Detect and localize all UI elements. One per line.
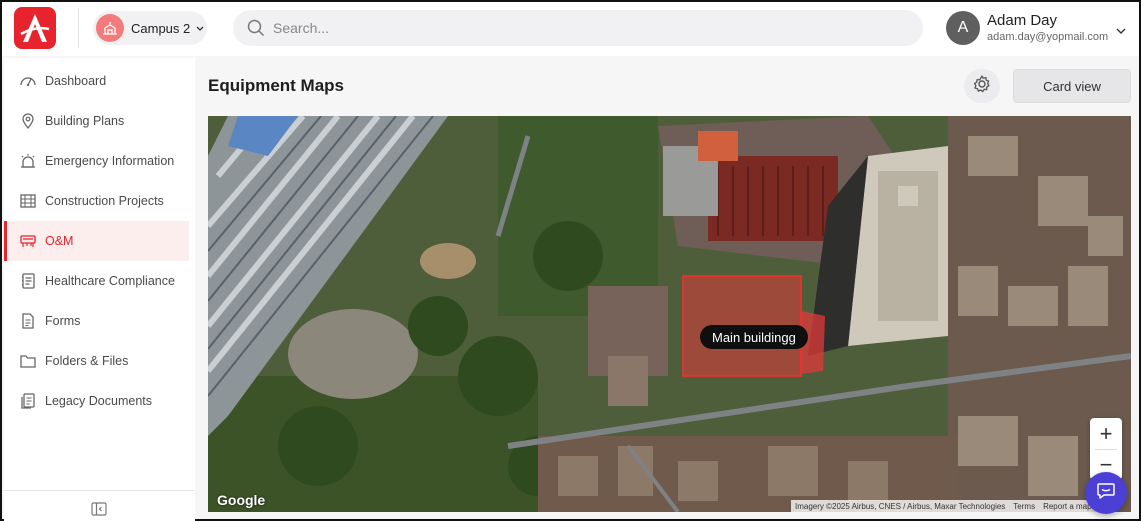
top-divider — [78, 8, 79, 48]
search-icon — [247, 19, 265, 37]
zoom-divider — [1095, 449, 1117, 450]
chat-button[interactable] — [1085, 472, 1127, 514]
sidebar-item-healthcare-compliance[interactable]: Healthcare Compliance — [4, 261, 189, 301]
sidebar-item-forms[interactable]: Forms — [4, 301, 189, 341]
user-menu[interactable]: A Adam Day adam.day@yopmail.com — [946, 10, 1136, 48]
imagery-credit: Imagery ©2025 Airbus, CNES / Airbus, Max… — [795, 501, 1006, 511]
sidebar-item-building-plans[interactable]: Building Plans — [4, 101, 189, 141]
sidebar-item-label: Healthcare Compliance — [45, 274, 175, 288]
google-logo: Google — [217, 492, 266, 508]
construction-icon — [19, 192, 37, 210]
top-bar: Campus 2 A Adam Day adam.day@yopmail.com — [2, 2, 1139, 56]
sidebar-footer — [4, 490, 195, 521]
gear-icon — [972, 74, 992, 99]
sidebar-item-label: Legacy Documents — [45, 394, 153, 408]
sidebar-item-dashboard[interactable]: Dashboard — [4, 61, 189, 101]
card-view-button[interactable]: Card view — [1013, 69, 1131, 103]
chat-icon — [1095, 480, 1117, 507]
folder-icon — [19, 352, 37, 370]
settings-button[interactable] — [964, 69, 1000, 103]
campus-selector[interactable]: Campus 2 — [93, 11, 207, 45]
user-name: Adam Day — [987, 12, 1058, 29]
search-input[interactable] — [273, 20, 873, 36]
terms-link[interactable]: Terms — [1009, 502, 1039, 511]
search-bar — [233, 10, 923, 46]
map-pin-icon — [19, 112, 37, 130]
chevron-down-icon — [1116, 22, 1126, 40]
sidebar: Dashboard Building Plans Emergency Infor… — [4, 58, 195, 521]
map-attribution: Imagery ©2025 Airbus, CNES / Airbus, Max… — [791, 500, 1115, 512]
zoom-in-button[interactable]: + — [1090, 418, 1122, 449]
zoom-control: + − — [1090, 418, 1122, 480]
compliance-icon — [19, 272, 37, 290]
map-imagery — [208, 116, 1131, 512]
form-icon — [19, 312, 37, 330]
user-email: adam.day@yopmail.com — [987, 31, 1109, 43]
asset-logo-icon[interactable] — [14, 7, 56, 49]
sidebar-item-label: O&M — [45, 234, 74, 248]
collapse-sidebar-icon[interactable] — [91, 502, 107, 521]
om-icon — [19, 232, 37, 250]
sidebar-item-legacy-documents[interactable]: Legacy Documents — [4, 381, 189, 421]
sidebar-item-folders-files[interactable]: Folders & Files — [4, 341, 189, 381]
building-marker-label[interactable]: Main buildingg — [700, 325, 808, 349]
documents-icon — [19, 392, 37, 410]
sidebar-item-label: Dashboard — [45, 74, 107, 88]
satellite-map[interactable]: Main buildingg Google Imagery ©2025 Airb… — [208, 116, 1131, 512]
campus-label: Campus 2 — [131, 20, 191, 36]
app-window: Campus 2 A Adam Day adam.day@yopmail.com — [0, 0, 1141, 521]
chevron-down-icon — [196, 19, 204, 37]
sidebar-item-label: Forms — [45, 314, 81, 328]
sidebar-item-label: Emergency Information — [45, 154, 175, 168]
sidebar-item-label: Folders & Files — [45, 354, 129, 368]
sidebar-item-label: Building Plans — [45, 114, 125, 128]
alarm-icon — [19, 152, 37, 170]
dashboard-icon — [19, 72, 37, 90]
sidebar-item-construction-projects[interactable]: Construction Projects — [4, 181, 189, 221]
sidebar-item-emergency-information[interactable]: Emergency Information — [4, 141, 189, 181]
sidebar-item-om[interactable]: O&M — [4, 221, 189, 261]
sidebar-item-label: Construction Projects — [45, 194, 164, 208]
page-title: Equipment Maps — [208, 76, 345, 95]
avatar: A — [946, 11, 980, 45]
campus-building-icon — [96, 14, 124, 42]
